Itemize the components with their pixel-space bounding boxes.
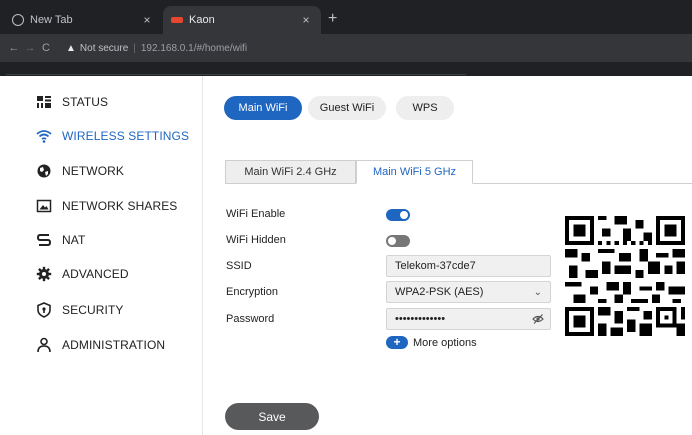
sidebar-item-wireless-settings[interactable]: WIRELESS SETTINGS [36, 128, 189, 144]
more-options-label: More options [413, 336, 477, 349]
forward-icon[interactable]: → [22, 42, 38, 54]
divider [6, 74, 466, 75]
share-icon [36, 198, 52, 214]
ssid-field[interactable]: Telekom-37cde7 [386, 255, 551, 277]
close-icon[interactable]: × [140, 13, 154, 27]
page-top-strip [0, 62, 692, 76]
encryption-value: WPA2-PSK (AES) [395, 286, 484, 298]
ssid-label: SSID [226, 260, 252, 272]
sidebar-item-security[interactable]: SECURITY [36, 302, 123, 318]
shield-icon [36, 302, 52, 318]
wifi-hidden-toggle[interactable] [386, 235, 410, 247]
tab-guest-wifi[interactable]: Guest WiFi [308, 96, 386, 120]
toggle-knob [400, 211, 408, 219]
browser-tab-bar: New Tab × Kaon × + [0, 0, 692, 34]
sidebar-item-label: SECURITY [62, 303, 124, 317]
tab-wps[interactable]: WPS [396, 96, 454, 120]
chevron-down-icon: ⌄ [533, 286, 542, 298]
password-value: ••••••••••••• [395, 313, 446, 325]
sidebar-item-label: WIRELESS SETTINGS [62, 129, 190, 143]
wifi-icon [36, 128, 52, 144]
toggle-knob [388, 237, 396, 245]
back-icon[interactable]: ← [6, 42, 22, 54]
wifi-hidden-label: WiFi Hidden [226, 234, 286, 246]
browser-tab-new-tab[interactable]: New Tab × [4, 6, 162, 34]
sidebar-item-label: NETWORK [62, 164, 125, 178]
password-field[interactable]: ••••••••••••• [386, 308, 551, 330]
status-icon [36, 94, 52, 110]
browser-tab-kaon[interactable]: Kaon × [163, 6, 321, 34]
encryption-label: Encryption [226, 286, 278, 298]
sidebar-item-label: ADVANCED [62, 267, 129, 281]
new-tab-button[interactable]: + [328, 10, 337, 28]
encryption-select[interactable]: WPA2-PSK (AES) ⌄ [386, 281, 551, 303]
wifi-enable-toggle[interactable] [386, 209, 410, 221]
gear-icon [36, 266, 52, 282]
sidebar-item-administration[interactable]: ADMINISTRATION [36, 337, 165, 353]
tab-main-wifi-5ghz[interactable]: Main WiFi 5 GHz [356, 160, 473, 184]
eye-slash-icon[interactable] [532, 313, 544, 328]
sidebar-item-label: ADMINISTRATION [62, 338, 166, 352]
sidebar-item-status[interactable]: STATUS [36, 94, 108, 110]
wifi-qr-code [565, 216, 685, 336]
sidebar-item-nat[interactable]: NAT [36, 232, 85, 248]
more-options-button[interactable]: + More options [386, 336, 477, 349]
sidebar-divider [202, 76, 203, 435]
ssid-value: Telekom-37cde7 [395, 260, 476, 272]
globe-icon [36, 163, 52, 179]
nat-icon [36, 232, 52, 248]
sidebar-item-label: NAT [62, 233, 86, 247]
url-separator: | [133, 42, 136, 54]
sidebar: STATUS WIRELESS SETTINGS NETWORK NETWORK… [0, 76, 202, 435]
plus-icon: + [386, 336, 408, 349]
tab-main-wifi-2-4ghz[interactable]: Main WiFi 2.4 GHz [225, 160, 356, 184]
kaon-favicon-icon [171, 17, 183, 23]
sidebar-item-advanced[interactable]: ADVANCED [36, 266, 129, 282]
security-status[interactable]: Not secure [80, 43, 128, 54]
sidebar-item-label: STATUS [62, 95, 109, 109]
reload-icon[interactable]: C [38, 42, 54, 54]
tab-title: New Tab [30, 14, 73, 26]
save-button[interactable]: Save [225, 403, 319, 430]
wifi-enable-label: WiFi Enable [226, 208, 286, 220]
tab-main-wifi[interactable]: Main WiFi [224, 96, 302, 120]
sidebar-item-network[interactable]: NETWORK [36, 163, 124, 179]
user-icon [36, 337, 52, 353]
tab-title: Kaon [189, 14, 215, 26]
address-bar[interactable]: 192.168.0.1/#/home/wifi [141, 43, 247, 54]
band-tabs: Main WiFi 2.4 GHz Main WiFi 5 GHz [225, 160, 692, 184]
warning-icon[interactable]: ▲ [66, 43, 76, 54]
close-icon[interactable]: × [299, 13, 313, 27]
password-label: Password [226, 313, 275, 325]
sidebar-item-network-shares[interactable]: NETWORK SHARES [36, 198, 177, 214]
browser-toolbar: ← → C ▲ Not secure | 192.168.0.1/#/home/… [0, 34, 692, 62]
globe-icon [12, 14, 24, 26]
sidebar-item-label: NETWORK SHARES [62, 199, 178, 213]
